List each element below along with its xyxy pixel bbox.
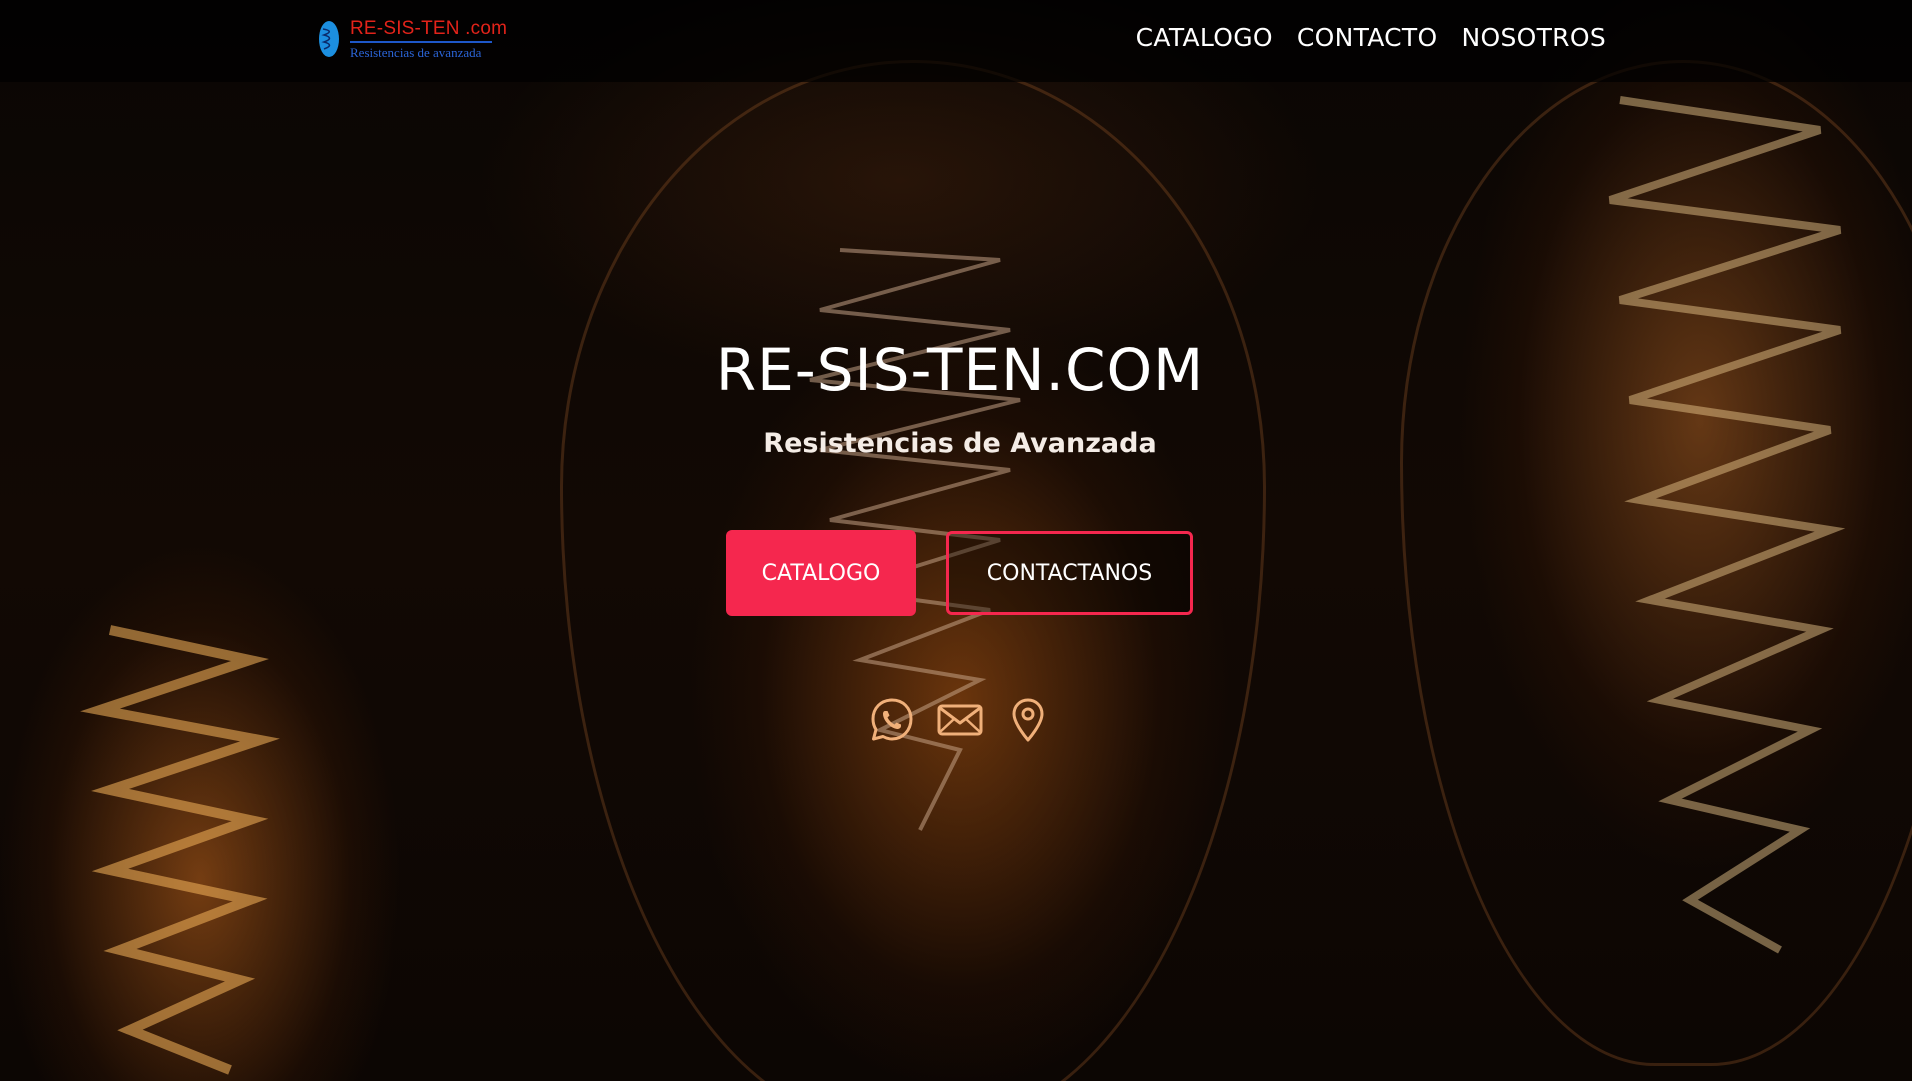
coil-logo-icon	[319, 21, 339, 57]
location-link[interactable]	[1004, 696, 1052, 744]
hero-section: RE-SIS-TEN.COM Resistencias de Avanzada …	[0, 0, 1912, 1081]
whatsapp-icon	[871, 698, 913, 741]
location-pin-icon	[1012, 698, 1044, 742]
nav-contacto[interactable]: CONTACTO	[1297, 23, 1438, 52]
email-link[interactable]	[936, 696, 984, 744]
logo-divider	[350, 41, 492, 43]
logo-main-text: RE-SIS-TEN .com	[350, 18, 508, 39]
contactanos-button[interactable]: CONTACTANOS	[946, 531, 1193, 615]
nav-catalogo[interactable]: CATALOGO	[1136, 23, 1273, 52]
site-header: RE-SIS-TEN .com Resistencias de avanzada…	[0, 0, 1912, 82]
main-nav: CATALOGO CONTACTO NOSOTROS	[1136, 23, 1606, 52]
social-links	[868, 696, 1052, 744]
hero-title: RE-SIS-TEN.COM	[715, 336, 1205, 404]
catalogo-button[interactable]: CATALOGO	[726, 530, 916, 616]
landing-page: RE-SIS-TEN .com Resistencias de avanzada…	[0, 0, 1912, 1081]
mail-icon	[937, 704, 983, 736]
whatsapp-link[interactable]	[868, 696, 916, 744]
site-logo[interactable]: RE-SIS-TEN .com Resistencias de avanzada	[318, 18, 507, 62]
hero-subtitle: Resistencias de Avanzada	[763, 428, 1157, 459]
nav-nosotros[interactable]: NOSOTROS	[1461, 23, 1606, 52]
logo-tagline: Resistencias de avanzada	[350, 45, 482, 60]
